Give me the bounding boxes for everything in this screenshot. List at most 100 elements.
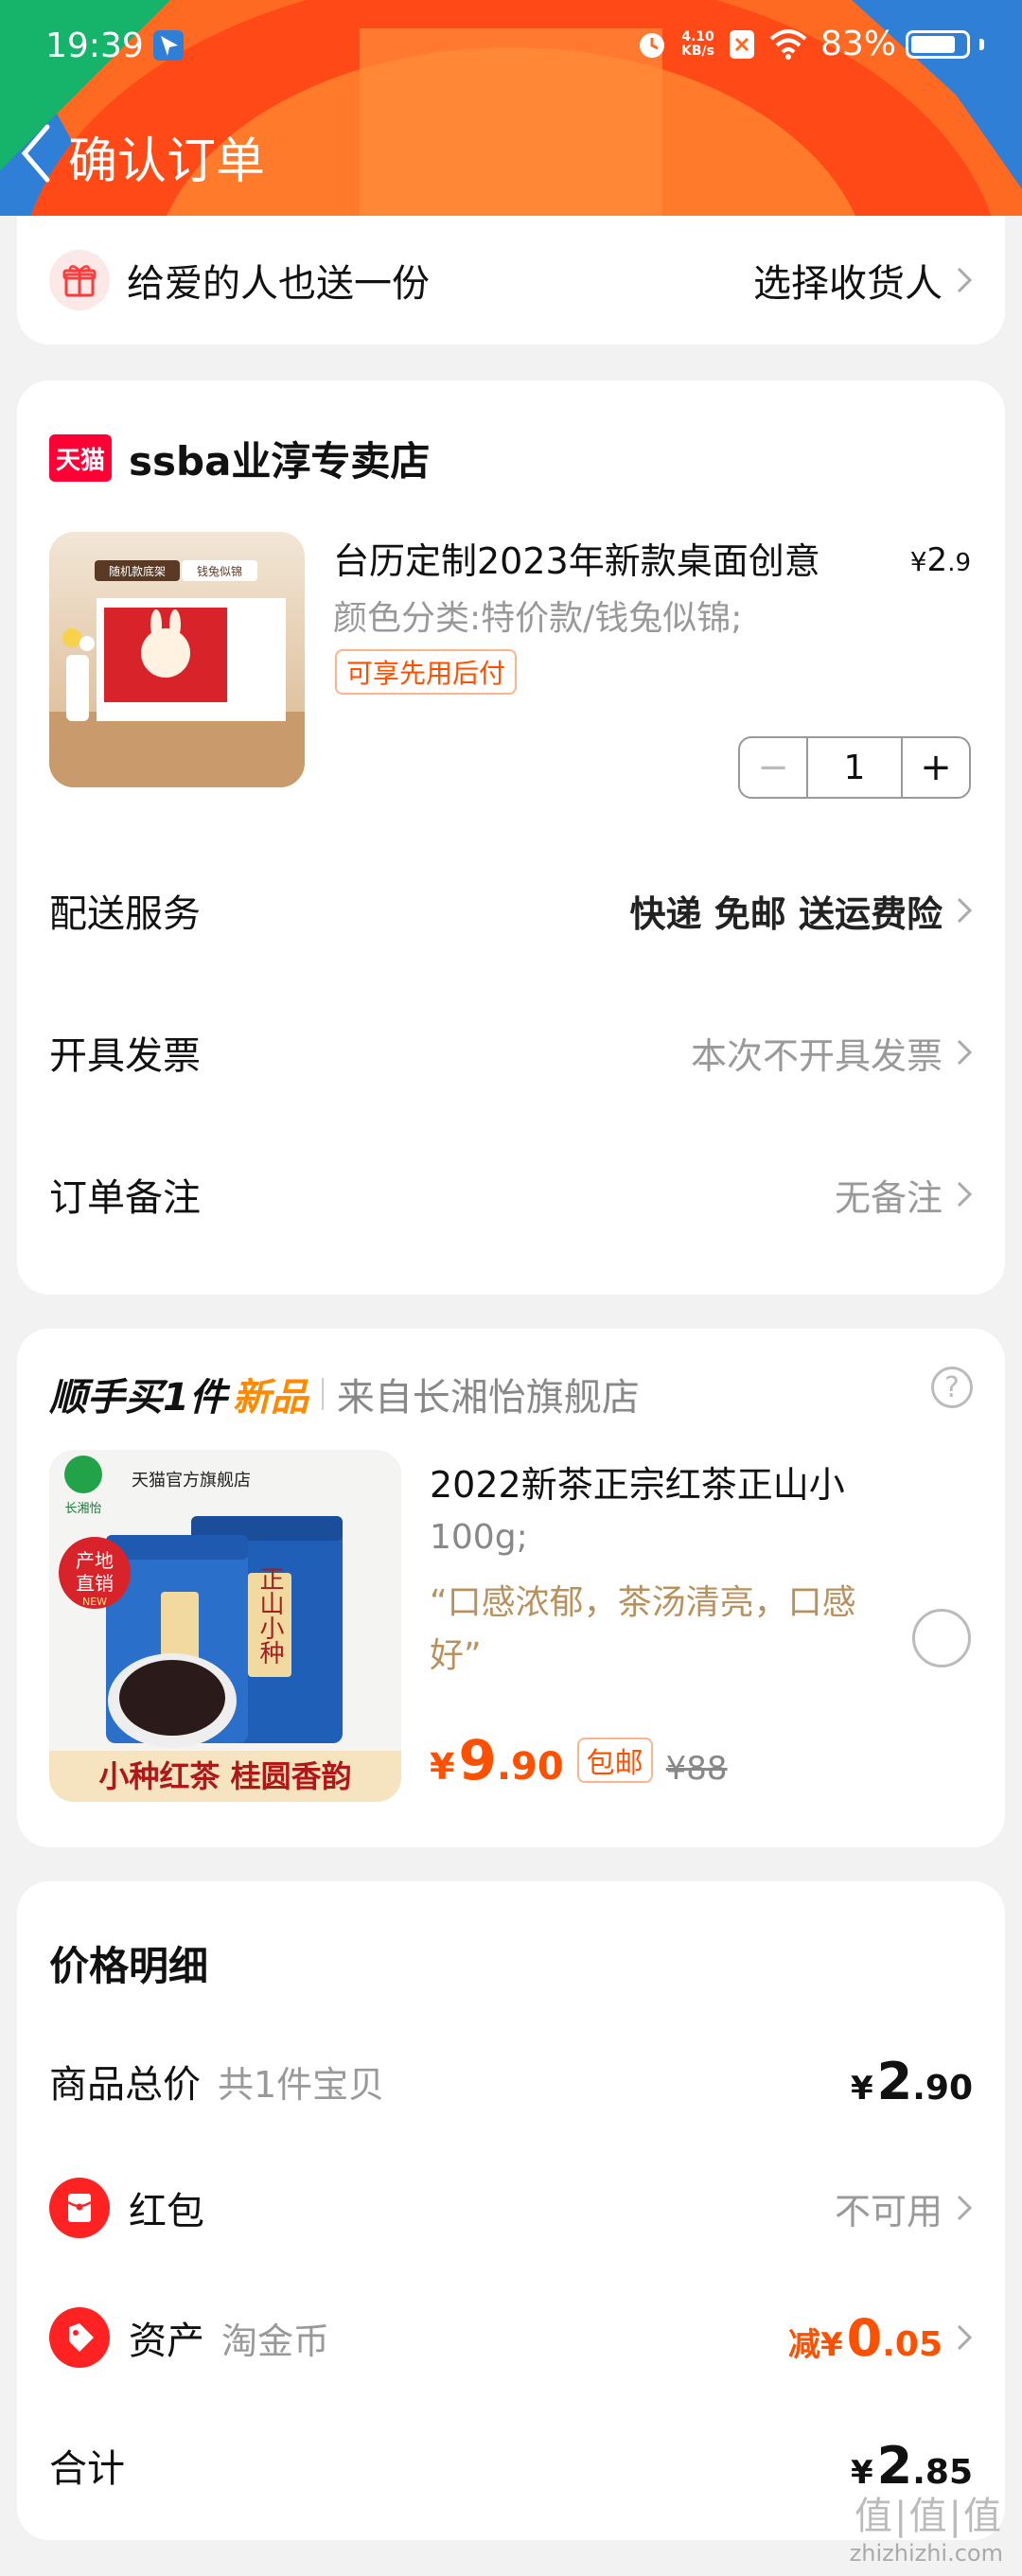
gift-card[interactable]: 给爱的人也送一份 选择收货人 (17, 216, 1005, 344)
remark-label: 订单备注 (49, 1176, 201, 1220)
assets-label: 资产 (129, 2320, 204, 2363)
invoice-row[interactable]: 开具发票 本次不开具发票 (49, 1015, 973, 1090)
remark-row[interactable]: 订单备注 无备注 (49, 1156, 973, 1232)
red-packet-icon (49, 2178, 110, 2238)
battery-icon (906, 29, 970, 59)
delivery-value: 快递 免邮 送运费险 (629, 892, 943, 935)
price-int: 9 (458, 1728, 497, 1792)
price-symbol: ¥ (909, 546, 927, 577)
price-detail-title: 价格明细 (49, 1943, 209, 1989)
upsell-new-tag: 新品 (232, 1376, 308, 1420)
net-speed-value: 4.10 (681, 28, 714, 44)
product-image[interactable]: 随机款底架 钱兔似锦 (49, 532, 305, 787)
chevron-right-icon (957, 1039, 973, 1066)
upsell-label: 顺手买1件 (49, 1376, 227, 1420)
store-card: 天猫 ssba业淳专卖店 随机款底架 钱兔似锦 台历定制2023年新款桌面创意 … (17, 380, 1005, 1295)
amount-int: 2 (876, 2051, 913, 2111)
increase-button[interactable]: + (901, 738, 969, 797)
status-bar: 19:39 4.10 KB/s 83% (0, 0, 1022, 95)
chevron-right-icon (957, 2195, 973, 2221)
gift-label: 给爱的人也送一份 (127, 262, 430, 306)
sim-x-icon (729, 29, 754, 59)
battery-fill (911, 35, 956, 53)
remark-value: 无备注 (834, 1176, 943, 1219)
choose-recipient-link[interactable]: 选择收货人 (753, 253, 943, 308)
free-shipping-badge: 包邮 (576, 1738, 653, 1783)
goods-total-row: 商品总价 共1件宝贝 ¥2.90 (49, 2048, 973, 2114)
price-dec: .9 (947, 549, 971, 577)
discount-prefix: 减 (787, 2325, 820, 2364)
badge-new: NEW (82, 1596, 107, 1608)
status-time: 19:39 (45, 26, 144, 65)
tea-price: ¥ 9 .90 包邮 ¥88 (430, 1728, 728, 1792)
delivery-row[interactable]: 配送服务 快递 免邮 送运费险 (49, 873, 973, 948)
shop-text: 天猫官方旗舰店 (132, 1471, 251, 1491)
amount-dec: .05 (882, 2324, 943, 2364)
invoice-label: 开具发票 (49, 1034, 201, 1078)
chevron-right-icon (957, 1181, 973, 1208)
amount-int: 0 (846, 2307, 883, 2368)
watermark-url: zhizhizhi.com (849, 2540, 1003, 2567)
badge-line-1: 产地 (76, 1549, 114, 1572)
quantity-value[interactable]: 1 (808, 738, 901, 797)
divider (321, 1378, 324, 1410)
price-detail-card: 价格明细 商品总价 共1件宝贝 ¥2.90 红包 不可用 资产 淘金币 减 ¥ … (17, 1881, 1005, 2540)
red-packet-row[interactable]: 红包 不可用 (49, 2175, 973, 2241)
gift-icon (49, 250, 110, 310)
nav-bar: 确认订单 (0, 114, 1022, 190)
chevron-right-icon (957, 897, 973, 924)
battery-percent: 83% (819, 25, 896, 63)
help-icon[interactable]: ? (931, 1367, 973, 1408)
product-title[interactable]: 台历定制2023年新款桌面创意 (333, 532, 820, 584)
chevron-right-icon (957, 267, 973, 293)
header: 19:39 4.10 KB/s 83% 确认订单 (0, 0, 1022, 216)
brand-text: 长湘怡 (64, 1502, 101, 1516)
product-spec[interactable]: 颜色分类:特价款/钱兔似锦; (333, 591, 742, 640)
price-symbol: ¥ (430, 1746, 455, 1788)
store-name[interactable]: ssba业淳专卖店 (129, 430, 430, 487)
delivery-label: 配送服务 (49, 892, 201, 936)
navigation-icon (153, 30, 184, 61)
tea-title[interactable]: 2022新茶正宗红茶正山小 (430, 1456, 845, 1508)
price-int: 2 (926, 541, 948, 579)
battery-tip (979, 38, 984, 50)
pay-later-tag: 可享先用后付 (335, 649, 518, 695)
decrease-button[interactable]: − (740, 738, 808, 797)
amount-dec: .90 (912, 2068, 973, 2108)
goods-total-label: 商品总价 (49, 2063, 201, 2107)
total-row: 合计 ¥2.85 (49, 2432, 973, 2498)
tmall-badge: 天猫 (49, 434, 112, 482)
assets-row[interactable]: 资产 淘金币 减 ¥0.05 (49, 2302, 973, 2373)
total-label: 合计 (49, 2447, 125, 2491)
net-speed: 4.10 KB/s (681, 28, 714, 59)
alarm-icon (640, 32, 665, 58)
red-packet-value: 不可用 (834, 2190, 943, 2232)
chevron-left-icon[interactable] (17, 119, 55, 187)
battery: 83% (820, 25, 984, 63)
tea-weight: 100g; (430, 1518, 528, 1557)
goods-total-sub: 共1件宝贝 (218, 2063, 385, 2106)
original-price: ¥88 (665, 1750, 728, 1788)
currency-symbol: ¥ (819, 2325, 843, 2364)
tmall-badge-text: 天猫 (55, 446, 105, 475)
price-dec: .90 (496, 1745, 564, 1789)
image-label-stand: 随机款底架 (109, 564, 166, 578)
product-price: ¥2.9 (910, 541, 971, 579)
quantity-stepper: − 1 + (738, 736, 971, 799)
invoice-value: 本次不开具发票 (690, 1034, 943, 1077)
wifi-icon (769, 28, 807, 60)
select-radio[interactable] (912, 1609, 971, 1667)
upsell-source: 来自长湘怡旗舰店 (336, 1376, 640, 1420)
image-banner: 小种红茶 桂圆香韵 (98, 1758, 351, 1794)
tea-product-image[interactable]: 正山小种 长湘怡 天猫官方旗舰店 产地 直销 NEW 小种红茶 桂圆香韵 (49, 1450, 401, 1802)
page-title: 确认订单 (68, 133, 266, 190)
tea-quote: “口感浓郁，茶汤清亮，口感好” (430, 1583, 856, 1675)
assets-discount: 减 ¥0.05 (788, 2308, 943, 2368)
upsell-card: 顺手买1件 新品 来自长湘怡旗舰店 ? 正山小种 长湘怡 天猫官方旗舰店 产地 … (17, 1329, 1005, 1847)
can-label: 正山小种 (256, 1566, 284, 1665)
coin-tag-icon (49, 2307, 110, 2368)
badge-line-2: 直销 (76, 1572, 114, 1595)
chevron-right-icon (957, 2324, 973, 2351)
status-right: 4.10 KB/s 83% (636, 25, 984, 63)
net-speed-unit: KB/s (681, 43, 714, 59)
